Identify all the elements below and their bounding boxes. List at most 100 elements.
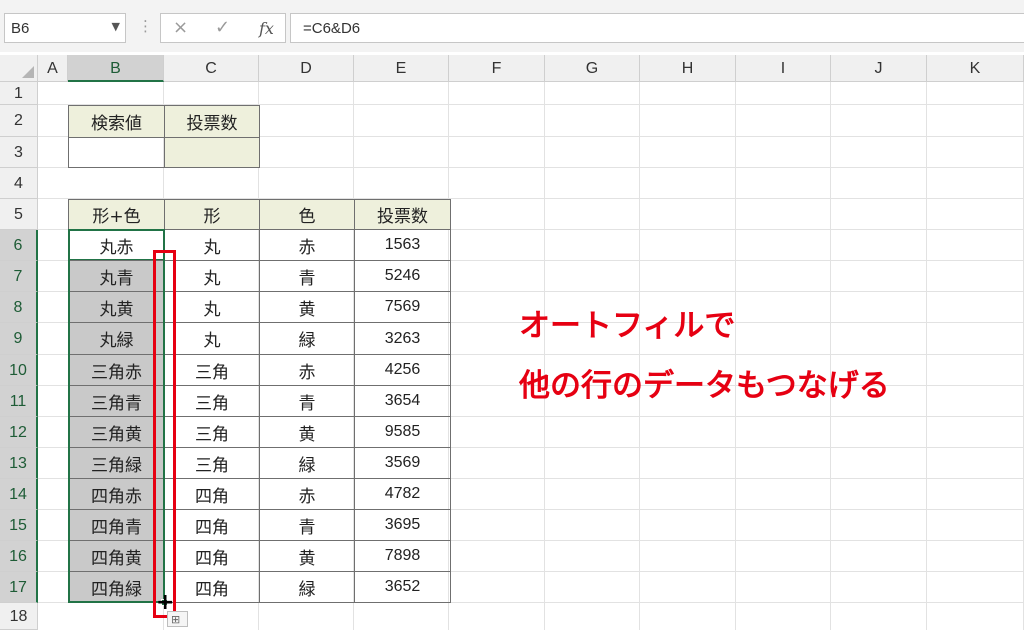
check-icon[interactable]: ✓ xyxy=(215,17,230,38)
column-header-b[interactable]: B xyxy=(68,55,164,82)
row-header-2[interactable]: 2 xyxy=(0,105,38,137)
cell-color[interactable]: 緑 xyxy=(259,571,355,603)
table-header-votes[interactable]: 投票数 xyxy=(354,199,451,230)
cell-shape-color[interactable]: 四角黄 xyxy=(68,540,165,572)
cell-shape[interactable]: 丸 xyxy=(164,229,260,261)
cell-votes[interactable]: 1563 xyxy=(354,229,451,261)
row-header-18[interactable]: 18 xyxy=(0,603,38,630)
cell-shape[interactable]: 四角 xyxy=(164,571,260,603)
cell-shape-color[interactable]: 三角赤 xyxy=(68,354,165,386)
cell-shape[interactable]: 三角 xyxy=(164,354,260,386)
cell-shape[interactable]: 丸 xyxy=(164,322,260,355)
row-header-12[interactable]: 12 xyxy=(0,417,38,448)
cell-shape-color[interactable]: 四角緑 xyxy=(68,571,165,603)
row-header-13[interactable]: 13 xyxy=(0,448,38,479)
column-header-f[interactable]: F xyxy=(449,55,545,82)
cell-votes[interactable]: 7898 xyxy=(354,540,451,572)
column-header-g[interactable]: G xyxy=(545,55,640,82)
cell-shape[interactable]: 四角 xyxy=(164,509,260,541)
cell-shape-color[interactable]: 三角黄 xyxy=(68,416,165,448)
cell-votes[interactable]: 3569 xyxy=(354,447,451,479)
autofill-options-button[interactable]: ⊞ xyxy=(167,611,188,627)
cell-color[interactable]: 緑 xyxy=(259,447,355,479)
cell-shape[interactable]: 丸 xyxy=(164,291,260,323)
autofill-icon: ⊞ xyxy=(171,613,181,626)
search-value-cell[interactable] xyxy=(68,137,165,168)
row-header-6[interactable]: 6 xyxy=(0,230,38,261)
cell-color[interactable]: 赤 xyxy=(259,229,355,261)
cell-shape[interactable]: 三角 xyxy=(164,447,260,479)
row-header-1[interactable]: 1 xyxy=(0,82,38,105)
cell-shape-color[interactable]: 丸青 xyxy=(68,260,165,292)
cell-shape-color[interactable]: 丸黄 xyxy=(68,291,165,323)
cancel-icon[interactable]: × xyxy=(173,17,188,38)
formula-text: =C6&D6 xyxy=(303,20,361,37)
cell-color[interactable]: 青 xyxy=(259,260,355,292)
search-header-votes[interactable]: 投票数 xyxy=(164,105,260,138)
cell-votes[interactable]: 4256 xyxy=(354,354,451,386)
column-header-e[interactable]: E xyxy=(354,55,449,82)
cell-color[interactable]: 黄 xyxy=(259,540,355,572)
cell-votes[interactable]: 3695 xyxy=(354,509,451,541)
cell-color[interactable]: 黄 xyxy=(259,291,355,323)
table-header-shape[interactable]: 形 xyxy=(164,199,260,230)
cell-shape[interactable]: 三角 xyxy=(164,385,260,417)
cell-shape-color[interactable]: 三角緑 xyxy=(68,447,165,479)
row-header-8[interactable]: 8 xyxy=(0,292,38,323)
column-header-j[interactable]: J xyxy=(831,55,927,82)
cell-shape[interactable]: 三角 xyxy=(164,416,260,448)
formula-bar: B6 ▼ ⋮ × ✓ fx =C6&D6 xyxy=(0,0,1024,52)
row-header-14[interactable]: 14 xyxy=(0,479,38,510)
cell-color[interactable]: 赤 xyxy=(259,478,355,510)
row-header-16[interactable]: 16 xyxy=(0,541,38,572)
column-header-h[interactable]: H xyxy=(640,55,736,82)
cell-shape[interactable]: 四角 xyxy=(164,540,260,572)
cell-shape-color[interactable]: 丸緑 xyxy=(68,322,165,355)
select-all-button[interactable] xyxy=(0,55,38,82)
search-votes-cell[interactable] xyxy=(164,137,260,168)
cell-shape-color[interactable]: 四角青 xyxy=(68,509,165,541)
cell-color[interactable]: 黄 xyxy=(259,416,355,448)
table-header-color[interactable]: 色 xyxy=(259,199,355,230)
cell-shape-color[interactable]: 四角赤 xyxy=(68,478,165,510)
crosshair-cursor-icon: + xyxy=(156,590,175,615)
cell-color[interactable]: 赤 xyxy=(259,354,355,386)
column-header-d[interactable]: D xyxy=(259,55,354,82)
column-header-c[interactable]: C xyxy=(164,55,259,82)
chevron-down-icon[interactable]: ▼ xyxy=(112,20,120,33)
cell-votes[interactable]: 5246 xyxy=(354,260,451,292)
cell-votes[interactable]: 3652 xyxy=(354,571,451,603)
table-header-shape-color[interactable]: 形+色 xyxy=(68,199,165,230)
row-header-15[interactable]: 15 xyxy=(0,510,38,541)
cell-shape[interactable]: 四角 xyxy=(164,478,260,510)
cell-color[interactable]: 青 xyxy=(259,509,355,541)
row-header-17[interactable]: 17 xyxy=(0,572,38,603)
column-header-k[interactable]: K xyxy=(927,55,1024,82)
cell-shape-color[interactable]: 丸赤 xyxy=(68,229,165,261)
row-header-3[interactable]: 3 xyxy=(0,137,38,168)
gridline-vertical xyxy=(544,82,545,630)
gridline-vertical xyxy=(926,82,927,630)
name-box[interactable]: B6 ▼ xyxy=(4,13,126,43)
row-header-11[interactable]: 11 xyxy=(0,386,38,417)
row-header-10[interactable]: 10 xyxy=(0,355,38,386)
cell-votes[interactable]: 3263 xyxy=(354,322,451,355)
row-header-7[interactable]: 7 xyxy=(0,261,38,292)
search-header-value[interactable]: 検索値 xyxy=(68,105,165,138)
cell-votes[interactable]: 4782 xyxy=(354,478,451,510)
cell-shape[interactable]: 丸 xyxy=(164,260,260,292)
cell-shape-color[interactable]: 三角青 xyxy=(68,385,165,417)
cell-color[interactable]: 青 xyxy=(259,385,355,417)
annotation-line-1: オートフィルで xyxy=(519,308,736,344)
cell-color[interactable]: 緑 xyxy=(259,322,355,355)
column-header-i[interactable]: I xyxy=(736,55,831,82)
row-header-9[interactable]: 9 xyxy=(0,323,38,355)
insert-function-icon[interactable]: fx xyxy=(259,19,274,38)
cell-votes[interactable]: 3654 xyxy=(354,385,451,417)
row-header-5[interactable]: 5 xyxy=(0,199,38,230)
formula-input[interactable]: =C6&D6 xyxy=(290,13,1024,43)
row-header-4[interactable]: 4 xyxy=(0,168,38,199)
column-header-a[interactable]: A xyxy=(38,55,68,82)
cell-votes[interactable]: 9585 xyxy=(354,416,451,448)
cell-votes[interactable]: 7569 xyxy=(354,291,451,323)
